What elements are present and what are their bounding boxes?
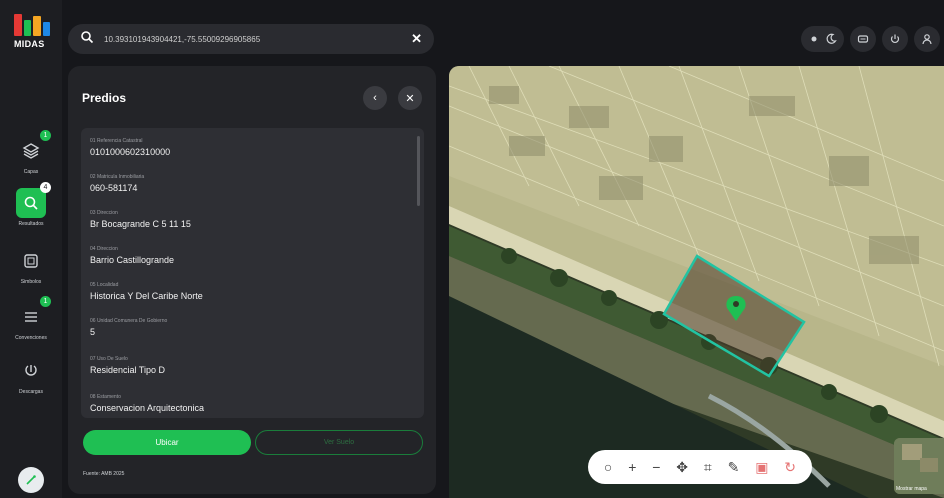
rail-item-capas[interactable]: 1 Capas: [0, 130, 62, 175]
field-value: Conservacion Arquitectonica: [90, 403, 205, 413]
logo-text: MIDAS: [14, 39, 45, 49]
app-root: MIDAS 1 Capas 4 Resultados Simbolos 1 Co…: [0, 0, 944, 498]
field-key: 07 Uso De Suelo: [90, 356, 128, 362]
field-uso-suelo: 07 Uso De Suelo Residencial Tipo D: [90, 356, 165, 375]
rail-item-simbolos[interactable]: Simbolos: [0, 246, 62, 285]
list-icon: 1: [16, 296, 51, 332]
map-imagery: [449, 66, 944, 498]
account-button[interactable]: [914, 26, 940, 52]
rail-label-resultados: Resultados: [18, 221, 44, 227]
logo-bar-red: [14, 14, 22, 36]
panel-back-button[interactable]: ‹: [363, 86, 387, 110]
basemap-toggle[interactable]: Mostrar mapa: [894, 438, 944, 494]
field-value: Barrio Castillogrande: [90, 255, 175, 265]
ver-suelo-button[interactable]: Ver Suelo: [255, 430, 423, 455]
field-key: 06 Unidad Comunera De Gobierno: [90, 318, 168, 324]
field-key: 08 Estamento: [90, 394, 121, 400]
basemap-label: Mostrar mapa: [896, 486, 927, 492]
card-scrollbar[interactable]: [417, 136, 420, 206]
locate-icon[interactable]: ○: [604, 459, 612, 475]
moon-icon: [826, 33, 837, 44]
power-button[interactable]: [882, 26, 908, 52]
results-search-icon: 4: [16, 182, 51, 218]
power-icon: [890, 34, 900, 43]
top-right-toolbar: [801, 24, 940, 54]
field-key: 05 Localidad: [90, 282, 119, 288]
field-key: 04 Direccion: [90, 246, 118, 252]
field-direccion: 03 Direccion Br Bocagrande C 5 11 15: [90, 210, 191, 229]
field-value: 0101000602310000: [90, 147, 171, 157]
zoom-out-icon[interactable]: −: [652, 459, 660, 475]
user-icon: [922, 34, 932, 45]
field-matricula: 02 Matricula Inmobiliaria 060-581174: [90, 174, 144, 193]
panel-title: Predios: [82, 91, 127, 105]
satellite-map[interactable]: [449, 66, 944, 498]
predios-panel: Predios ‹ ✕ 01 Referencia Catastral 0101…: [68, 66, 436, 494]
field-value: 060-581174: [90, 183, 138, 193]
field-value: Historica Y Del Caribe Norte: [90, 291, 203, 301]
sun-icon: [811, 36, 817, 42]
field-value: 5: [90, 327, 96, 337]
wand-icon: [26, 475, 36, 485]
rail-label-convenciones: Convenciones: [15, 335, 47, 341]
download-icon: [16, 356, 46, 386]
capas-badge: 1: [40, 130, 51, 141]
pan-icon[interactable]: ✥: [676, 459, 688, 476]
measure-area-icon[interactable]: ⌗: [704, 459, 712, 476]
field-key: 02 Matricula Inmobiliaria: [90, 174, 145, 180]
map-toolbar: ○ + − ✥ ⌗ ✎ ▣ ↻: [588, 450, 812, 484]
reset-icon[interactable]: ↻: [784, 459, 796, 476]
logo-bar-blue: [42, 22, 50, 36]
field-localidad: 05 Localidad Historica Y Del Caribe Nort…: [90, 282, 203, 301]
panel-close-button[interactable]: ✕: [398, 86, 422, 110]
resultados-badge: 4: [40, 182, 51, 193]
rail-label-capas: Capas: [23, 169, 39, 175]
left-rail: MIDAS 1 Capas 4 Resultados Simbolos 1 Co…: [0, 0, 62, 498]
field-key: 01 Referencia Catastral: [90, 138, 143, 144]
clear-search-button[interactable]: ✕: [411, 31, 422, 47]
chevron-left-icon: ‹: [373, 92, 377, 104]
ubicar-button[interactable]: Ubicar: [83, 430, 251, 455]
zoom-in-icon[interactable]: +: [628, 459, 636, 475]
convenciones-badge: 1: [40, 296, 51, 307]
field-value: Residencial Tipo D: [90, 365, 166, 375]
rail-item-convenciones[interactable]: 1 Convenciones: [0, 296, 62, 341]
field-key: 03 Direccion: [90, 210, 118, 216]
print-icon: [857, 35, 869, 43]
search-input[interactable]: 10.393101943904421,-75.55009296905865: [104, 35, 411, 44]
search-icon: [80, 30, 98, 49]
draw-icon[interactable]: ✎: [728, 459, 740, 476]
print-button[interactable]: [850, 26, 876, 52]
symbols-icon: [16, 246, 46, 276]
field-barrio: 04 Direccion Barrio Castillogrande: [90, 246, 174, 265]
close-icon: ✕: [405, 92, 415, 105]
source-note: Fuente: AMB 2025: [83, 471, 125, 477]
logo-bar-green: [23, 20, 31, 36]
logo-bar-yellow: [33, 16, 41, 36]
field-estamento: 08 Estamento Conservacion Arquitectonica: [90, 394, 204, 413]
field-value: Br Bocagrande C 5 11 15: [90, 219, 191, 229]
coordinate-search-bar: 10.393101943904421,-75.55009296905865 ✕: [68, 24, 434, 54]
delete-icon[interactable]: ▣: [755, 459, 768, 476]
rail-label-simbolos: Simbolos: [20, 279, 42, 285]
rail-item-resultados[interactable]: 4 Resultados: [0, 182, 62, 227]
layers-icon: 1: [16, 130, 51, 166]
user-avatar-button[interactable]: [18, 467, 44, 493]
rail-item-descargas[interactable]: Descargas: [0, 356, 62, 395]
field-referencia-catastral: 01 Referencia Catastral 0101000602310000: [90, 138, 170, 157]
theme-toggle[interactable]: [801, 26, 844, 52]
field-ucg: 06 Unidad Comunera De Gobierno 5: [90, 318, 167, 337]
app-logo[interactable]: MIDAS: [14, 14, 50, 54]
logo-mark: [14, 14, 50, 36]
predio-attributes-card: 01 Referencia Catastral 0101000602310000…: [81, 128, 424, 418]
rail-label-descargas: Descargas: [19, 389, 43, 395]
